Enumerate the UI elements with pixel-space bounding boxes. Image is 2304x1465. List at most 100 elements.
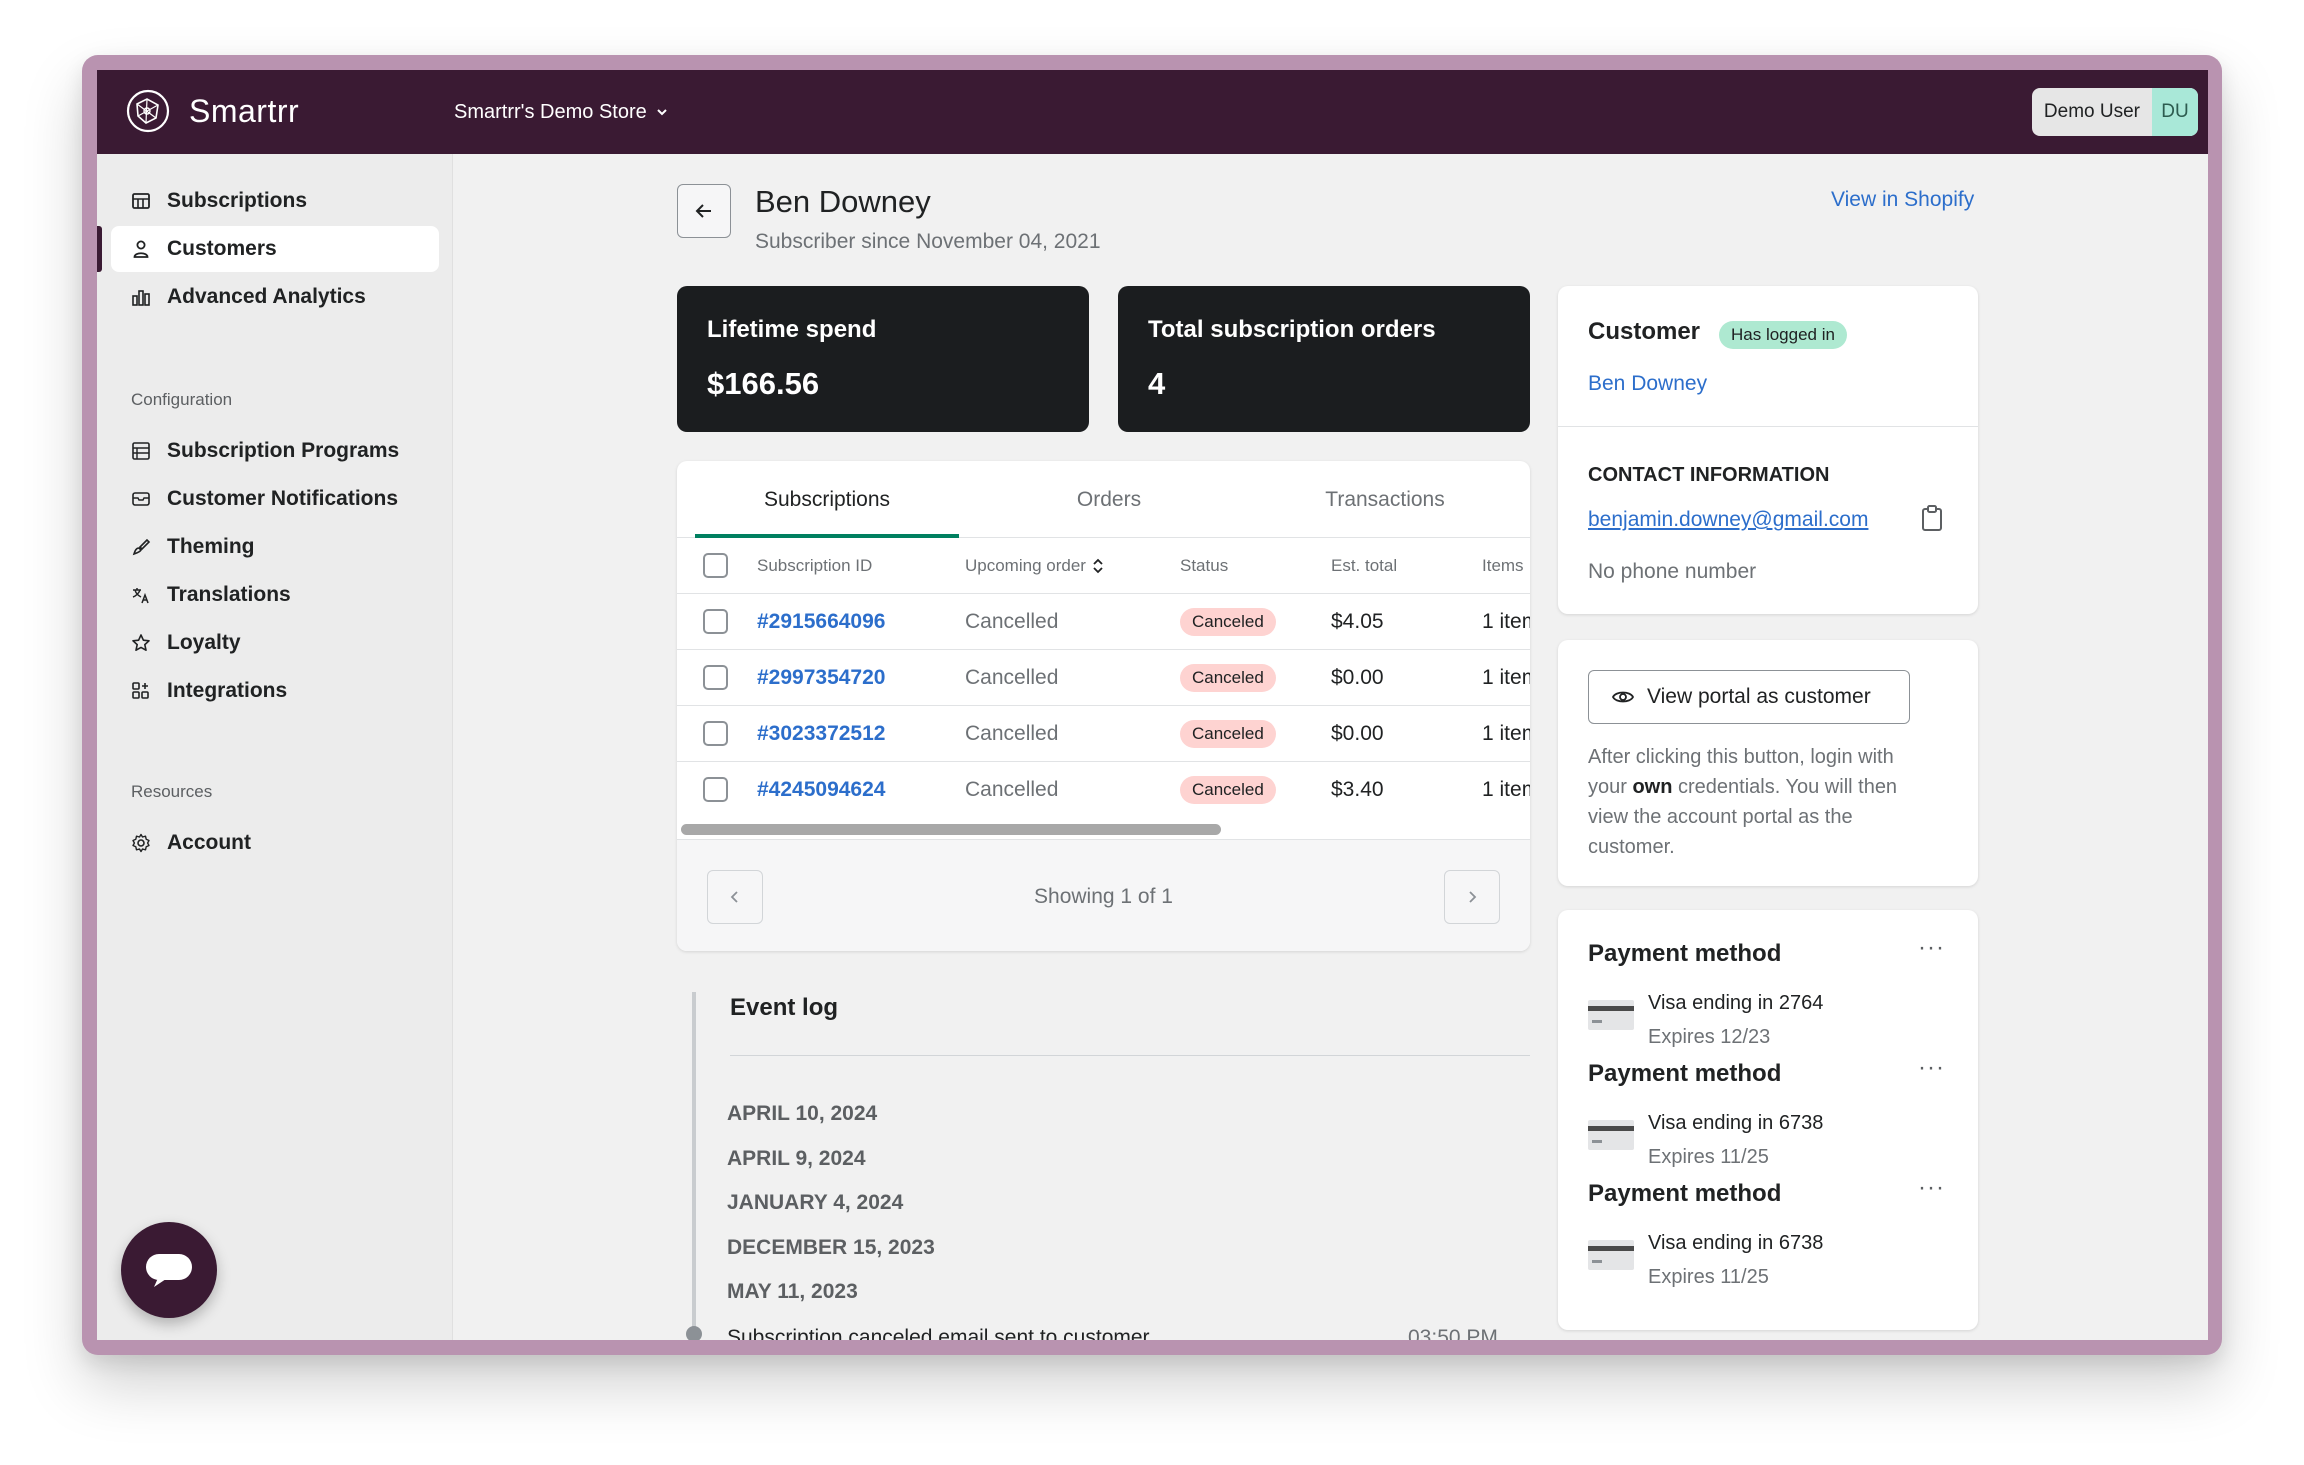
customer-card-title: Customer: [1588, 318, 1701, 345]
back-button[interactable]: [677, 184, 731, 238]
sidebar-item-label: Customers: [167, 237, 277, 260]
row-checkbox[interactable]: [703, 777, 728, 802]
sidebar-item-label: Customer Notifications: [167, 487, 399, 510]
chevron-right-icon: [1469, 891, 1477, 903]
event-date: JANUARY 4, 2024: [727, 1191, 904, 1214]
tab-bar: Subscriptions Orders Transactions: [677, 461, 1530, 538]
list-icon: [131, 441, 151, 461]
configuration-heading: Configuration: [131, 390, 233, 409]
status-badge: Has logged in: [1719, 321, 1847, 349]
subscription-id-link[interactable]: #2997354720: [757, 650, 885, 706]
phone-number: No phone number: [1588, 560, 1757, 583]
customer-name-link[interactable]: Ben Downey: [1588, 372, 1707, 396]
sidebar-item-label: Account: [167, 831, 251, 854]
next-page-button[interactable]: [1444, 870, 1500, 924]
sidebar-item-label: Translations: [167, 583, 291, 606]
event-log-divider: [730, 1055, 1530, 1056]
paintbrush-icon: [131, 537, 151, 557]
clipboard-icon[interactable]: [1920, 504, 1944, 532]
sidebar-item-customer-notifications[interactable]: Customer Notifications: [111, 476, 439, 522]
payment-method-title: Payment method: [1588, 940, 1782, 967]
sidebar-item-customers[interactable]: Customers: [111, 226, 439, 272]
more-options-icon[interactable]: ···: [1918, 934, 1945, 962]
status-badge: Canceled: [1180, 776, 1276, 804]
event-time: 03:50 PM: [1408, 1326, 1498, 1340]
portal-note: After clicking this button, login with y…: [1588, 746, 1898, 858]
payment-card-number: Visa ending in 6738: [1648, 1232, 1824, 1254]
event-date: APRIL 10, 2024: [727, 1102, 878, 1125]
user-name: Demo User: [2043, 101, 2140, 122]
total-orders-card: Total subscription orders 4: [1118, 286, 1530, 432]
sidebar-item-subscription-programs[interactable]: Subscription Programs: [111, 428, 439, 474]
star-icon: [131, 633, 151, 653]
envelope-icon: [131, 489, 151, 509]
active-indicator: [97, 226, 102, 272]
horizontal-scrollbar[interactable]: [681, 824, 1221, 835]
subscriptions-panel: Subscriptions Orders Transactions Subscr…: [677, 461, 1530, 951]
payment-card-expiry: Expires 11/25: [1648, 1146, 1769, 1168]
column-upcoming-order[interactable]: Upcoming order: [965, 538, 1104, 594]
row-checkbox[interactable]: [703, 665, 728, 690]
event-dot: [686, 1326, 702, 1340]
lifetime-spend-card: Lifetime spend $166.56: [677, 286, 1089, 432]
est-total: $4.05: [1331, 610, 1384, 633]
status-badge: Canceled: [1180, 608, 1276, 636]
more-options-icon[interactable]: ···: [1918, 1054, 1945, 1082]
event-date: DECEMBER 15, 2023: [727, 1236, 935, 1259]
divider: [1558, 426, 1978, 427]
credit-card-icon: [1588, 1120, 1634, 1150]
table-row: #2915664096 Cancelled Canceled $4.05 1 i…: [677, 594, 1530, 650]
payment-card-expiry: Expires 11/25: [1648, 1266, 1769, 1288]
user-menu[interactable]: Demo User DU: [2031, 88, 2198, 136]
payment-card-number: Visa ending in 6738: [1648, 1112, 1824, 1134]
column-label: Upcoming order: [965, 556, 1086, 575]
brand-name: Smartrr: [189, 93, 300, 129]
sidebar-item-label: Subscription Programs: [167, 439, 400, 462]
sidebar-item-translations[interactable]: Translations: [111, 572, 439, 618]
more-options-icon[interactable]: ···: [1918, 1174, 1945, 1202]
page-title: Ben Downey: [755, 184, 931, 219]
row-checkbox[interactable]: [703, 609, 728, 634]
total-orders-value: 4: [1148, 366, 1166, 401]
payment-card-expiry: Expires 12/23: [1648, 1026, 1771, 1048]
store-name: Smartrr's Demo Store: [454, 101, 647, 123]
event-date: MAY 11, 2023: [727, 1280, 858, 1303]
items-count: 1 item: [1482, 778, 1530, 801]
event-timeline-line: [692, 992, 696, 1340]
est-total: $0.00: [1331, 666, 1384, 689]
arrow-left-icon: [695, 204, 711, 218]
payment-method-title: Payment method: [1588, 1180, 1782, 1207]
upcoming-order: Cancelled: [965, 610, 1059, 633]
table-icon: [131, 191, 151, 211]
tab-transactions[interactable]: Transactions: [1253, 461, 1517, 538]
payment-method-title: Payment method: [1588, 1060, 1782, 1087]
sidebar-item-subscriptions[interactable]: Subscriptions: [111, 178, 439, 224]
table-header: Subscription ID Upcoming order Status Es…: [677, 538, 1530, 594]
table-row: #4245094624 Cancelled Canceled $3.40 1 i…: [677, 762, 1530, 818]
total-orders-label: Total subscription orders: [1148, 316, 1436, 343]
view-portal-label: View portal as customer: [1647, 685, 1871, 708]
sidebar-item-account[interactable]: Account: [111, 820, 439, 866]
sidebar-item-loyalty[interactable]: Loyalty: [111, 620, 439, 666]
tab-subscriptions[interactable]: Subscriptions: [695, 461, 959, 538]
eye-icon: [1611, 691, 1635, 703]
sidebar-item-advanced-analytics[interactable]: Advanced Analytics: [111, 274, 439, 320]
row-checkbox[interactable]: [703, 721, 728, 746]
status-badge: Canceled: [1180, 720, 1276, 748]
subscription-id-link[interactable]: #4245094624: [757, 762, 885, 818]
view-in-shopify-link[interactable]: View in Shopify: [1831, 188, 1974, 212]
store-selector[interactable]: Smartrr's Demo Store: [454, 98, 669, 126]
column-subscription-id: Subscription ID: [757, 556, 873, 575]
email-link[interactable]: benjamin.downey@gmail.com: [1588, 508, 1868, 532]
subscription-id-link[interactable]: #2915664096: [757, 594, 885, 650]
subscription-id-link[interactable]: #3023372512: [757, 706, 885, 762]
sidebar-item-label: Subscriptions: [167, 189, 308, 212]
chat-button[interactable]: [121, 1222, 217, 1318]
sidebar-item-theming[interactable]: Theming: [111, 524, 439, 570]
sidebar-item-integrations[interactable]: Integrations: [111, 668, 439, 714]
select-all-checkbox[interactable]: [703, 553, 728, 578]
tab-orders[interactable]: Orders: [977, 461, 1241, 538]
view-portal-button[interactable]: View portal as customer: [1588, 670, 1910, 724]
credit-card-icon: [1588, 1240, 1634, 1270]
pagination-status: Showing 1 of 1: [1034, 885, 1173, 908]
